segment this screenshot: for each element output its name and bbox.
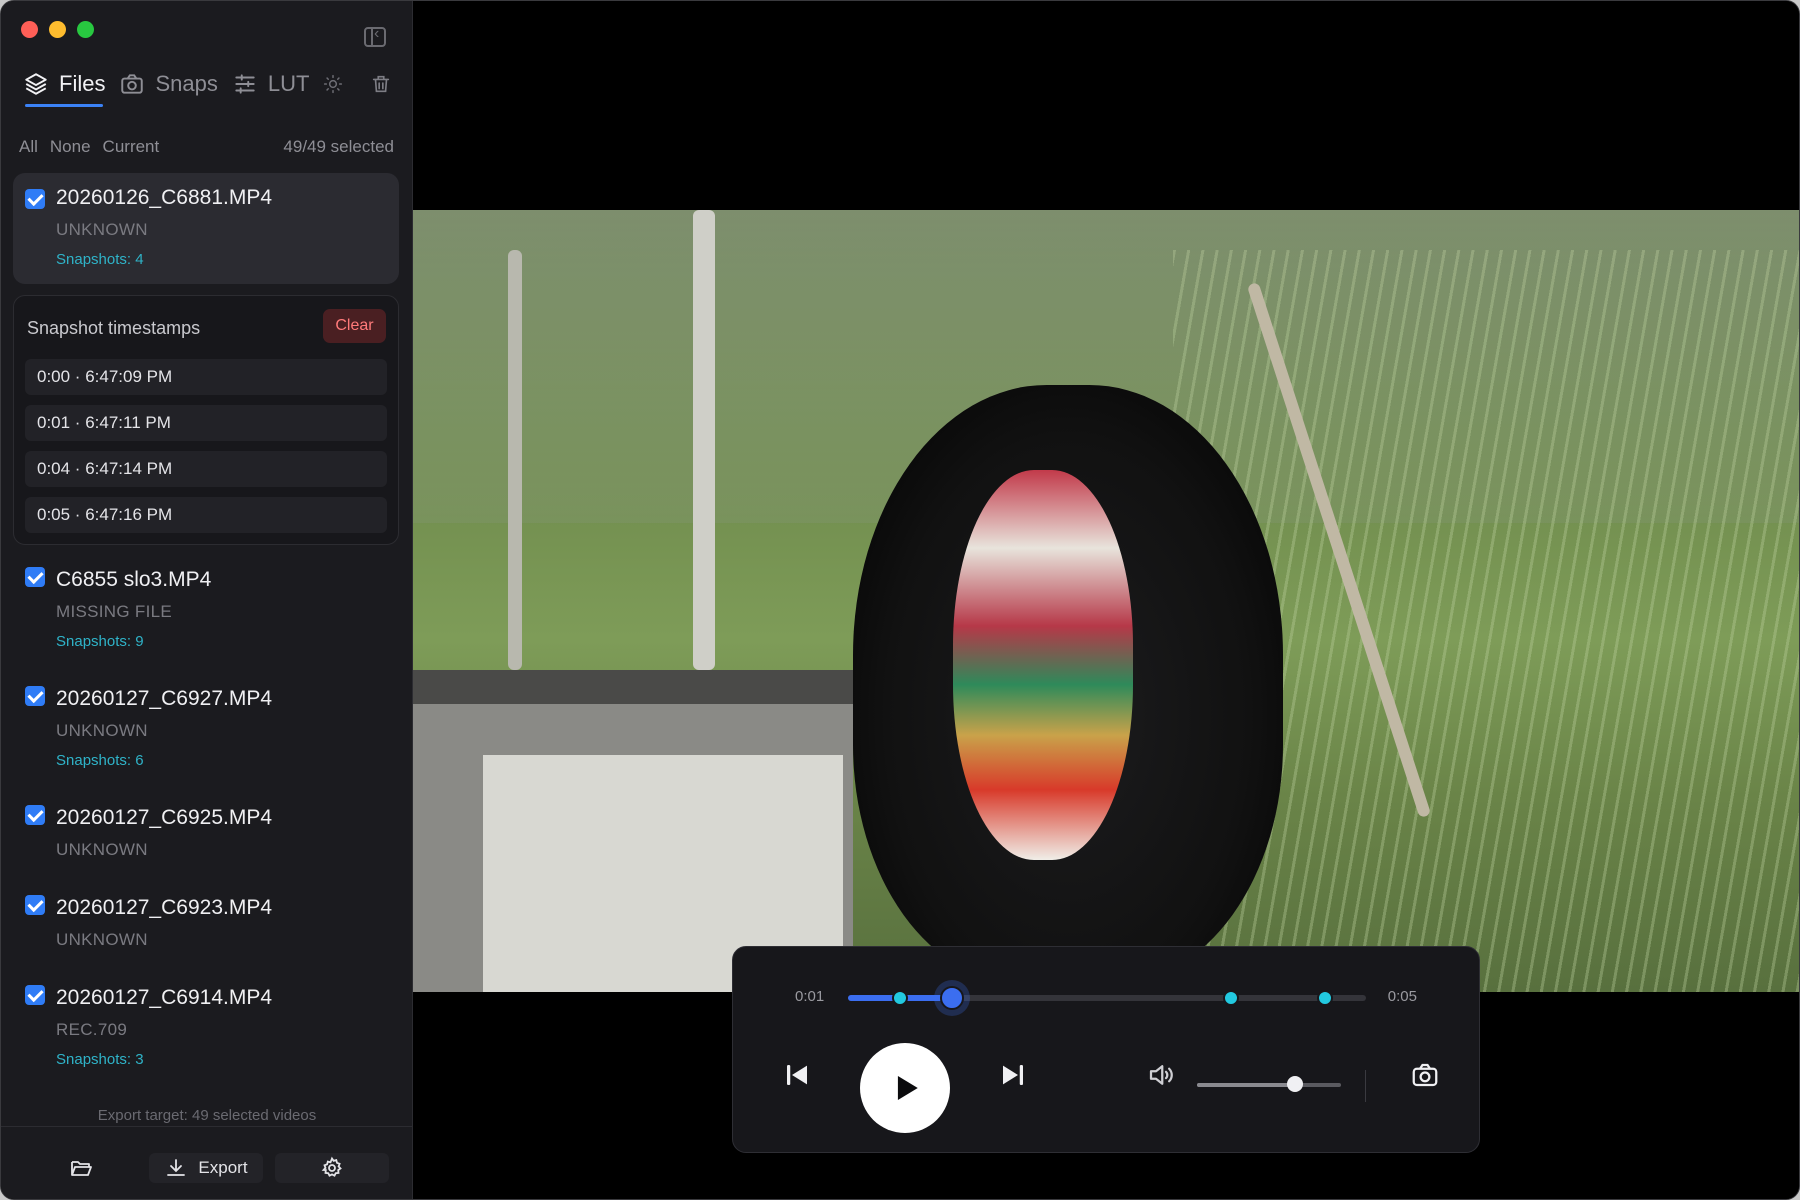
volume-slider[interactable] — [1197, 1076, 1341, 1092]
sidebar: Files Snaps LUT All None Current 49/49 s… — [1, 1, 413, 1199]
select-all-link[interactable]: All — [19, 137, 38, 157]
take-snapshot-button[interactable] — [1405, 1055, 1445, 1095]
tab-files[interactable]: Files — [23, 59, 105, 109]
file-color-profile: MISSING FILE — [56, 602, 173, 621]
file-color-profile: UNKNOWN — [56, 220, 148, 239]
skip-forward-icon — [1003, 1065, 1023, 1085]
snapshot-panel-title: Snapshot timestamps — [27, 318, 201, 338]
snapshot-marker[interactable] — [1223, 990, 1240, 1006]
clear-snapshots-button[interactable]: Clear — [323, 309, 386, 343]
volume-button[interactable] — [1141, 1055, 1181, 1095]
selection-bar: All None Current 49/49 selected — [19, 137, 394, 157]
export-target-label: Export target: 49 selected videos — [97, 1107, 317, 1124]
sliders-icon — [235, 74, 255, 94]
tab-snaps-label: Snaps — [155, 71, 218, 96]
video-frame[interactable] — [413, 210, 1799, 992]
snapshot-timestamp-row[interactable]: 0:01 · 6:47:11 PM — [25, 405, 387, 441]
snapshot-timestamp-row[interactable]: 0:00 · 6:47:09 PM — [25, 359, 387, 395]
delete-button[interactable] — [370, 73, 392, 95]
file-item[interactable]: C6855 slo3.MP4 MISSING FILE Snapshots: 9 — [13, 561, 399, 661]
sidebar-footer: Export — [1, 1126, 412, 1199]
file-name: 20260127_C6914.MP4 — [56, 986, 273, 1009]
download-icon — [167, 1159, 186, 1176]
current-time: 0:01 — [795, 988, 825, 1005]
file-checkbox[interactable] — [25, 567, 45, 587]
folder-open-icon — [71, 1161, 92, 1176]
playback-controls: 0:01 0:05 — [732, 946, 1480, 1153]
file-checkbox[interactable] — [25, 686, 45, 706]
file-checkbox[interactable] — [25, 985, 45, 1005]
tab-lut-label: LUT — [267, 71, 310, 96]
export-button[interactable]: Export — [149, 1153, 263, 1183]
trash-icon — [372, 75, 390, 93]
volume-knob[interactable] — [1286, 1076, 1303, 1092]
tab-snaps[interactable]: Snaps — [119, 59, 218, 109]
minimize-window-button[interactable] — [49, 21, 66, 38]
select-current-link[interactable]: Current — [103, 137, 160, 157]
file-name: C6855 slo3.MP4 — [56, 568, 212, 591]
file-snapshot-count: Snapshots: 3 — [56, 1051, 144, 1068]
next-button[interactable] — [993, 1055, 1033, 1095]
file-item[interactable]: 20260127_C6914.MP4 REC.709 Snapshots: 3 — [13, 979, 399, 1079]
file-name: 20260127_C6923.MP4 — [56, 896, 273, 919]
file-name: 20260127_C6927.MP4 — [56, 687, 273, 710]
video-player-area: 0:01 0:05 — [413, 1, 1799, 1199]
file-name: 20260127_C6925.MP4 — [56, 806, 273, 829]
seek-bar[interactable] — [848, 986, 1366, 1010]
file-snapshot-count: Snapshots: 9 — [56, 633, 144, 650]
file-name: 20260126_C6881.MP4 — [56, 186, 273, 209]
volume-icon — [1149, 1065, 1173, 1085]
gear-icon — [321, 1156, 342, 1177]
playhead[interactable] — [939, 986, 964, 1010]
file-color-profile: UNKNOWN — [56, 930, 148, 949]
layers-icon — [25, 73, 47, 95]
snapshot-timestamp-row[interactable]: 0:04 · 6:47:14 PM — [25, 451, 387, 487]
zoom-window-button[interactable] — [77, 21, 94, 38]
open-folder-button[interactable] — [61, 1153, 101, 1183]
file-color-profile: UNKNOWN — [56, 721, 148, 740]
snapshot-marker[interactable] — [891, 990, 908, 1006]
snapshot-marker[interactable] — [1316, 990, 1333, 1006]
export-button-label: Export — [198, 1158, 248, 1177]
tab-files-label: Files — [59, 71, 106, 96]
sun-icon — [324, 74, 343, 94]
previous-button[interactable] — [777, 1055, 817, 1095]
settings-button[interactable] — [275, 1153, 389, 1183]
divider — [1365, 1070, 1366, 1102]
camera-icon — [1412, 1063, 1438, 1087]
duration-time: 0:05 — [1387, 988, 1417, 1005]
selection-count: 49/49 selected — [283, 137, 394, 156]
file-snapshot-count: Snapshots: 6 — [56, 752, 144, 769]
file-snapshot-count: Snapshots: 4 — [56, 251, 144, 268]
theme-toggle[interactable] — [323, 74, 343, 94]
snapshot-timestamps-panel: Snapshot timestamps Clear 0:00 · 6:47:09… — [13, 295, 399, 545]
file-item[interactable]: 20260127_C6927.MP4 UNKNOWN Snapshots: 6 — [13, 680, 399, 780]
select-none-link[interactable]: None — [50, 137, 91, 157]
play-button[interactable] — [860, 1043, 950, 1133]
file-color-profile: UNKNOWN — [56, 840, 148, 859]
file-checkbox[interactable] — [25, 189, 45, 209]
snapshot-timestamp-row[interactable]: 0:05 · 6:47:16 PM — [25, 497, 387, 533]
close-window-button[interactable] — [21, 21, 38, 38]
file-checkbox[interactable] — [25, 895, 45, 915]
skip-back-icon — [787, 1065, 807, 1085]
sidebar-toggle-icon[interactable] — [364, 25, 386, 47]
file-color-profile: REC.709 — [56, 1020, 128, 1039]
file-item[interactable]: 20260127_C6923.MP4 UNKNOWN — [13, 889, 399, 959]
app-window: Files Snaps LUT All None Current 49/49 s… — [0, 0, 1800, 1200]
tab-lut[interactable]: LUT — [232, 59, 310, 109]
play-icon — [897, 1075, 918, 1101]
camera-icon — [121, 74, 144, 94]
file-checkbox[interactable] — [25, 805, 45, 825]
window-controls — [21, 21, 94, 38]
file-item[interactable]: 20260127_C6925.MP4 UNKNOWN — [13, 799, 399, 869]
sidebar-tabs: Files Snaps LUT — [23, 59, 392, 109]
file-item-active[interactable]: 20260126_C6881.MP4 UNKNOWN Snapshots: 4 — [13, 173, 399, 284]
